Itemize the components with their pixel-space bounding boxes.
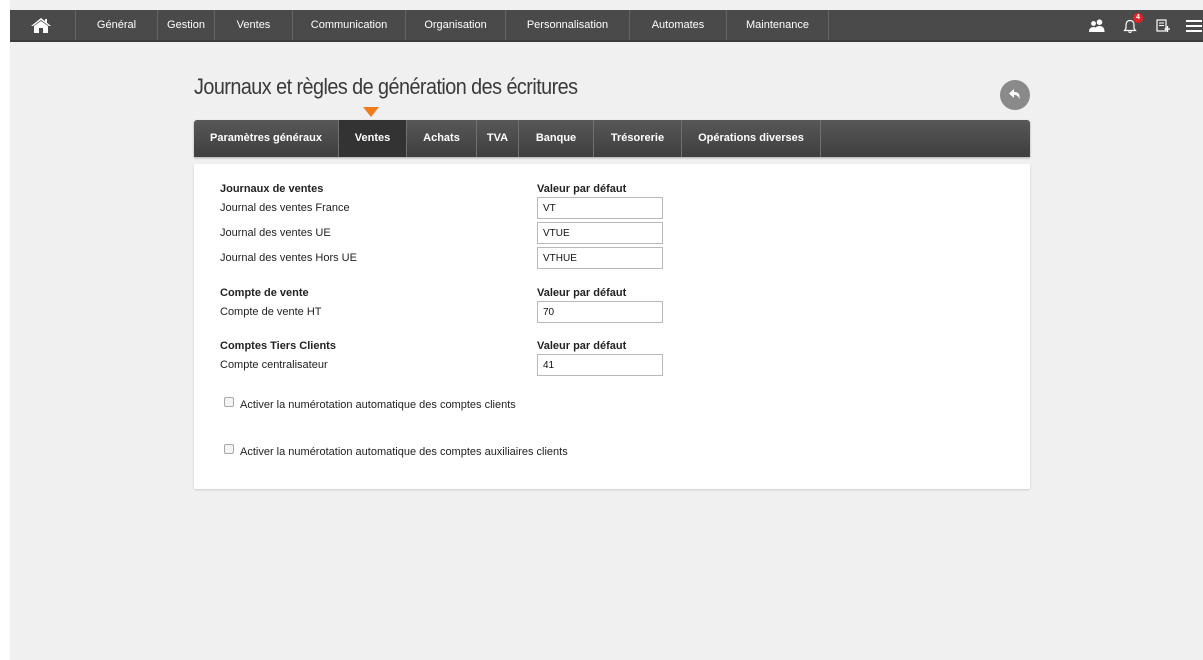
section-heading-journaux-ventes: Journaux de ventes [220, 183, 324, 195]
journal-ventes-hors-ue-input[interactable] [537, 247, 663, 269]
field-label: Journal des ventes UE [220, 227, 331, 239]
checkbox-label: Activer la numérotation automatique des … [240, 399, 516, 411]
auto-numbering-aux-clients-checkbox[interactable] [224, 444, 234, 454]
default-value-header: Valeur par défaut [537, 287, 627, 299]
section-heading-compte-vente: Compte de vente [220, 287, 309, 299]
home-button[interactable] [10, 10, 76, 40]
menu-item-ventes[interactable]: Ventes [215, 10, 293, 40]
undo-icon [1009, 89, 1020, 100]
compte-vente-ht-input[interactable] [537, 301, 663, 323]
app-window: Général Gestion Ventes Communication Org… [10, 0, 1203, 660]
settings-card: Journaux de ventes Valeur par défaut Jou… [194, 164, 1030, 489]
page-title: Journaux et règles de génération des écr… [194, 74, 578, 99]
tab-banque[interactable]: Banque [519, 120, 594, 157]
users-icon[interactable] [1089, 19, 1105, 32]
field-label: Compte de vente HT [220, 306, 322, 318]
top-nav-bar: Général Gestion Ventes Communication Org… [10, 10, 1203, 42]
field-label: Journal des ventes Hors UE [220, 252, 357, 264]
menu-item-personnalisation[interactable]: Personnalisation [506, 10, 630, 40]
tab-operations-diverses[interactable]: Opérations diverses [682, 120, 821, 157]
back-button[interactable] [1000, 80, 1030, 110]
notification-badge: 4 [1133, 13, 1143, 23]
menu-item-maintenance[interactable]: Maintenance [727, 10, 829, 40]
auto-numbering-clients-checkbox[interactable] [224, 397, 234, 407]
tab-parametres-generaux[interactable]: Paramètres généraux [194, 120, 339, 157]
main-menu: Général Gestion Ventes Communication Org… [76, 10, 829, 40]
tab-tva[interactable]: TVA [477, 120, 519, 157]
checkbox-label: Activer la numérotation automatique des … [240, 446, 568, 458]
menu-item-general[interactable]: Général [76, 10, 158, 40]
journal-ventes-ue-input[interactable] [537, 222, 663, 244]
hamburger-menu-icon[interactable] [1186, 20, 1202, 32]
tab-tresorerie[interactable]: Trésorerie [594, 120, 682, 157]
section-heading-comptes-tiers: Comptes Tiers Clients [220, 340, 336, 352]
default-value-header: Valeur par défaut [537, 340, 627, 352]
tab-achats[interactable]: Achats [407, 120, 477, 157]
compte-centralisateur-input[interactable] [537, 354, 663, 376]
menu-item-automates[interactable]: Automates [630, 10, 727, 40]
journal-ventes-france-input[interactable] [537, 197, 663, 219]
tab-ventes[interactable]: Ventes [339, 120, 407, 157]
menu-item-gestion[interactable]: Gestion [158, 10, 215, 40]
home-icon [31, 18, 51, 33]
tab-bar: Paramètres généraux Ventes Achats TVA Ba… [194, 120, 1030, 157]
menu-item-communication[interactable]: Communication [293, 10, 406, 40]
new-document-icon[interactable] [1156, 19, 1170, 33]
field-label: Journal des ventes France [220, 202, 350, 214]
menu-item-organisation[interactable]: Organisation [406, 10, 506, 40]
field-label: Compte centralisateur [220, 359, 328, 371]
active-tab-indicator [363, 107, 379, 117]
default-value-header: Valeur par défaut [537, 183, 627, 195]
